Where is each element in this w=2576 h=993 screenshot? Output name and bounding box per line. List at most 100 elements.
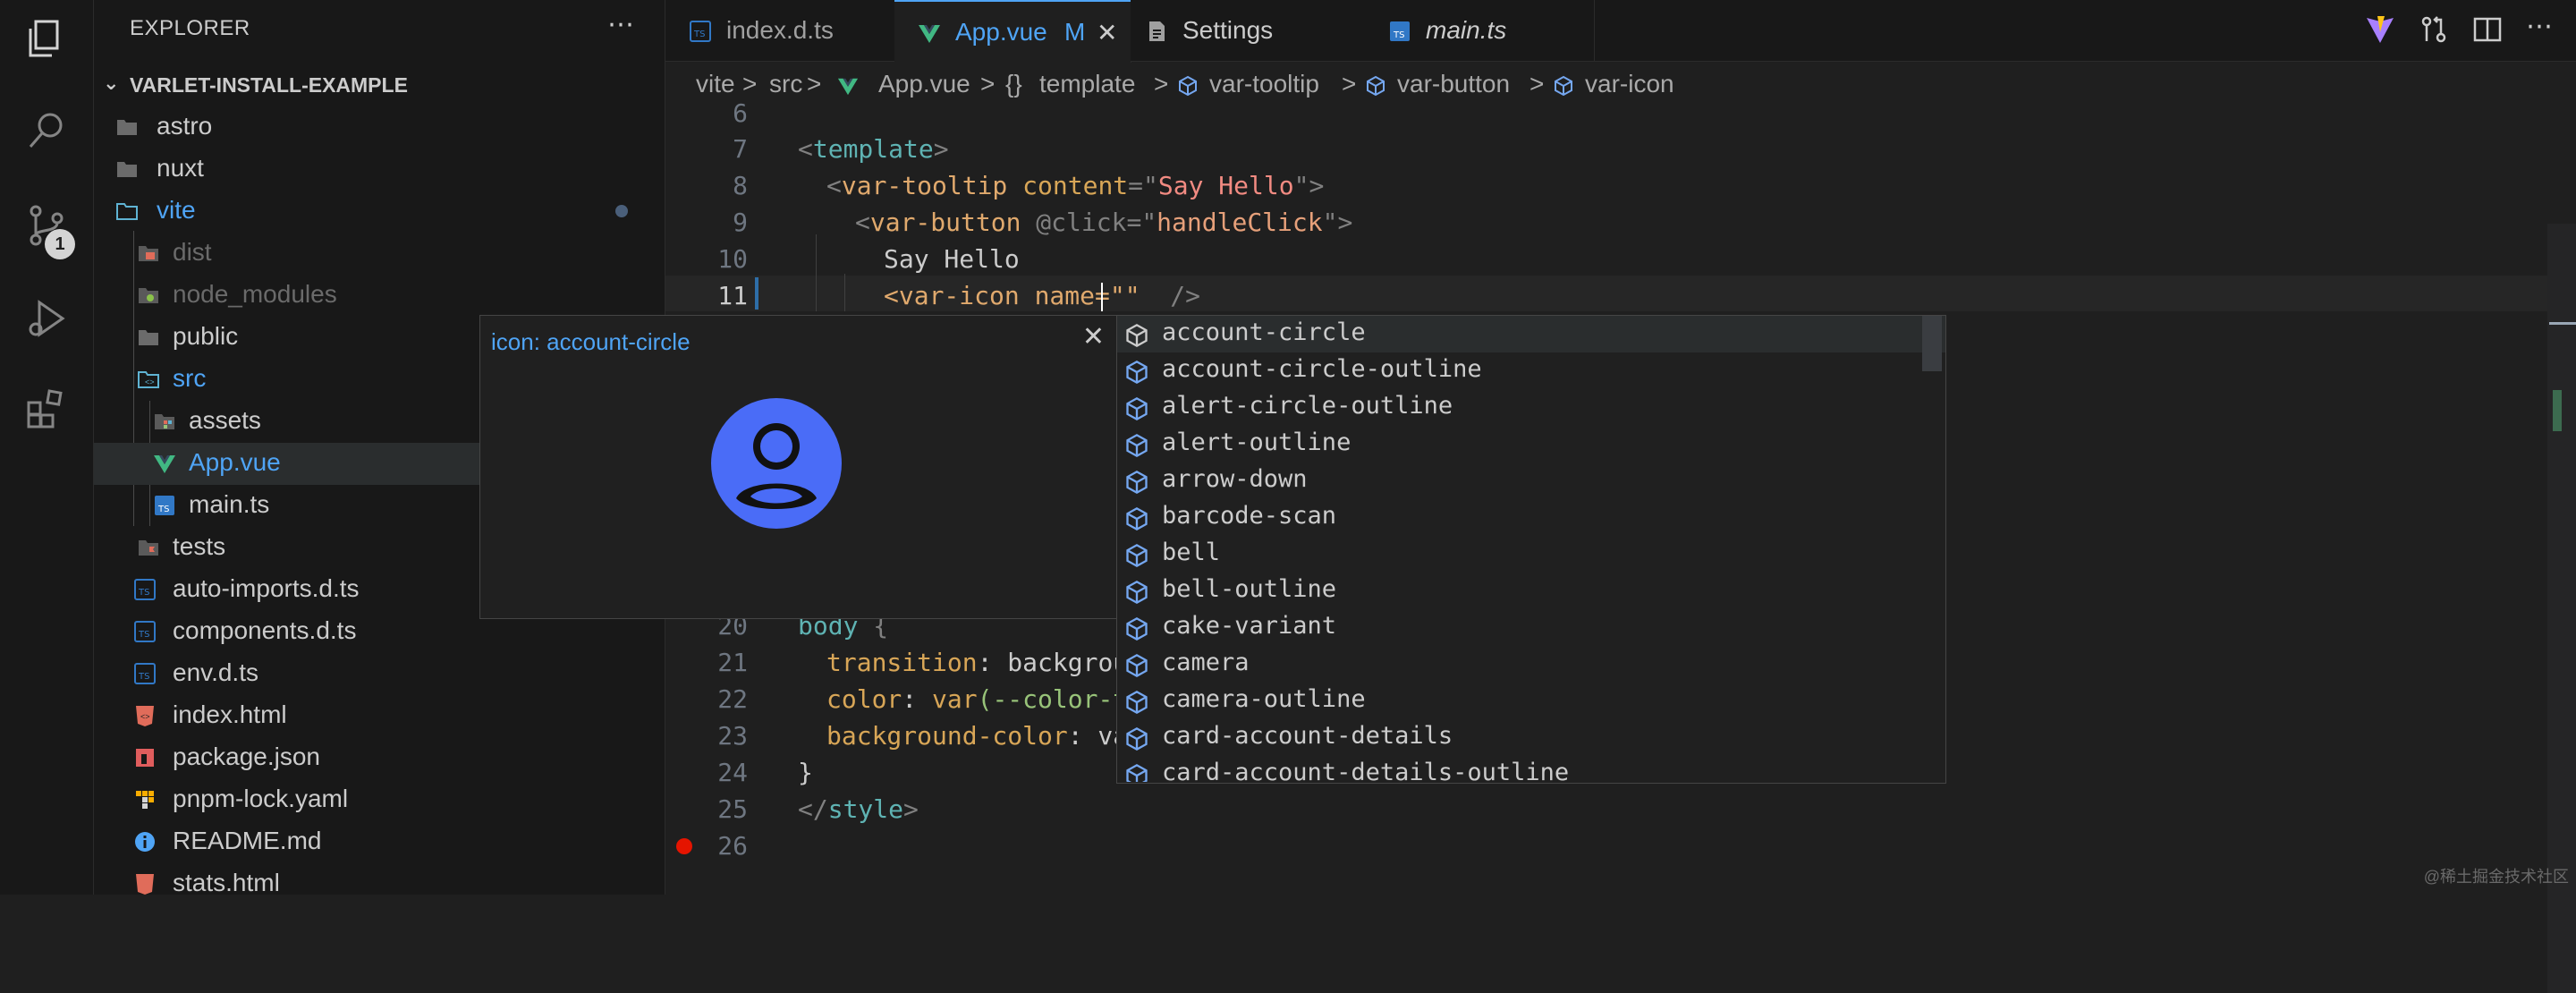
tab-app-vue[interactable]: App.vue M ✕ <box>894 0 1131 63</box>
breadcrumb-item[interactable]: var-button <box>1397 70 1510 98</box>
source-control-badge: 1 <box>45 229 75 259</box>
tree-item-pnpm-lock[interactable]: pnpm-lock.yaml <box>94 779 665 821</box>
vue-icon <box>154 455 175 473</box>
suggestion-label: alert-circle-outline <box>1162 392 1453 420</box>
tree-item-dist[interactable]: dist <box>94 233 665 275</box>
svg-text:TS: TS <box>138 672 149 682</box>
breadcrumb-separator: > <box>1342 70 1357 98</box>
explorer-icon[interactable] <box>23 16 70 63</box>
line-number: 23 <box>717 721 748 751</box>
element-cube-icon <box>1367 75 1385 97</box>
typescript-icon: TS <box>134 621 156 642</box>
line-number: 6 <box>733 98 748 128</box>
html-icon: <> <box>136 706 154 726</box>
modified-gutter-marker <box>755 277 758 310</box>
tab-settings[interactable]: Settings <box>1131 0 1366 61</box>
project-header[interactable]: ⌄ VARLET-INSTALL-EXAMPLE <box>94 68 665 104</box>
more-actions-icon[interactable]: ⋯ <box>2526 13 2556 45</box>
typescript-icon: TS <box>134 663 156 684</box>
close-icon[interactable]: ✕ <box>1097 18 1117 47</box>
breadcrumb-item[interactable]: var-tooltip <box>1209 70 1319 98</box>
suggestion-item[interactable]: cake-variant <box>1117 609 1945 646</box>
property-cube-icon <box>1126 323 1148 348</box>
suggestion-item[interactable]: camera-outline <box>1117 683 1945 719</box>
tree-item-label: src <box>173 364 207 392</box>
property-cube-icon <box>1126 360 1148 385</box>
line-number: 21 <box>717 648 748 677</box>
breadcrumb-item[interactable]: template <box>1039 70 1135 98</box>
tree-item-env[interactable]: TS env.d.ts <box>94 653 665 695</box>
tree-item-nuxt[interactable]: nuxt <box>94 149 665 191</box>
tree-item-astro[interactable]: astro <box>94 106 665 149</box>
tree-item-label: node_modules <box>173 280 337 308</box>
tab-main-ts[interactable]: TS main.ts <box>1365 0 1595 61</box>
property-cube-icon <box>1126 396 1148 421</box>
tab-label: main.ts <box>1426 16 1507 44</box>
close-icon[interactable]: ✕ <box>1082 321 1105 352</box>
code-line-22: color: var(--color-t <box>826 684 1129 714</box>
suggestion-item[interactable]: bell <box>1117 536 1945 573</box>
tree-item-label: App.vue <box>189 448 281 476</box>
vite-icon[interactable] <box>2365 14 2395 45</box>
suggestion-label: card-account-details <box>1162 722 1453 750</box>
tab-index-d-ts[interactable]: TS index.d.ts <box>665 0 895 61</box>
suggestion-item[interactable]: arrow-down <box>1117 463 1945 499</box>
suggestion-item[interactable]: barcode-scan <box>1117 499 1945 536</box>
breadcrumb-item[interactable]: vite <box>696 70 735 98</box>
property-cube-icon <box>1126 653 1148 678</box>
breadcrumb-separator: > <box>980 70 996 98</box>
tree-item-label: env.d.ts <box>173 658 258 686</box>
tree-item-label: dist <box>173 238 212 266</box>
line-number: 10 <box>717 244 748 274</box>
breadcrumb-item[interactable]: App.vue <box>878 70 970 98</box>
tree-item-readme[interactable]: README.md <box>94 821 665 863</box>
suggestion-item[interactable]: account-circle-outline <box>1117 352 1945 389</box>
suggestion-item[interactable]: bell-outline <box>1117 573 1945 609</box>
more-actions-icon[interactable]: ⋯ <box>607 9 634 40</box>
breadcrumb-item[interactable]: src <box>769 70 802 98</box>
settings-file-icon <box>1149 21 1165 41</box>
suggestion-item[interactable]: account-circle <box>1117 316 1945 352</box>
suggestion-label: arrow-down <box>1162 465 1308 493</box>
tree-item-label: vite <box>157 196 196 224</box>
tree-item-label: tests <box>173 532 226 560</box>
suggestion-label: bell-outline <box>1162 575 1337 603</box>
suggestion-widget[interactable]: account-circle account-circle-outline al… <box>1116 315 1946 784</box>
line-number: 24 <box>717 758 748 787</box>
suggestion-label: account-circle <box>1162 318 1366 346</box>
account-circle-icon <box>711 398 842 529</box>
tree-item-node-modules[interactable]: node_modules <box>94 275 665 317</box>
breadcrumb-separator: > <box>807 70 822 98</box>
property-cube-icon <box>1126 690 1148 715</box>
compare-changes-icon[interactable] <box>2419 14 2449 45</box>
line-number: 9 <box>733 208 748 237</box>
suggestion-item[interactable]: alert-outline <box>1117 426 1945 463</box>
tree-item-index-html[interactable]: <> index.html <box>94 695 665 737</box>
breadcrumb-item[interactable]: var-icon <box>1585 70 1674 98</box>
indent-guide <box>844 274 845 311</box>
extensions-icon[interactable] <box>23 385 70 431</box>
tree-item-package-json[interactable]: package.json <box>94 737 665 779</box>
suggestion-scrollbar[interactable] <box>1922 316 1942 371</box>
tab-modified-status: M <box>1064 18 1086 46</box>
folder-icon <box>117 162 137 177</box>
suggestion-item[interactable]: camera <box>1117 646 1945 683</box>
line-number: 25 <box>717 794 748 824</box>
tree-item-label: main.ts <box>189 490 270 518</box>
tree-item-vite[interactable]: vite <box>94 191 665 233</box>
breadcrumb-separator: > <box>1530 70 1545 98</box>
tree-item-label: pnpm-lock.yaml <box>173 785 349 812</box>
vue-icon <box>837 78 859 96</box>
tree-item-label: auto-imports.d.ts <box>173 574 360 602</box>
suggestion-item[interactable]: card-account-details-outline <box>1117 756 1945 782</box>
breakpoint-icon[interactable] <box>676 838 692 854</box>
suggestion-item[interactable]: alert-circle-outline <box>1117 389 1945 426</box>
folder-assets-icon <box>155 414 174 429</box>
suggestion-label: alert-outline <box>1162 429 1352 456</box>
run-debug-icon[interactable] <box>23 295 70 342</box>
suggestion-label: barcode-scan <box>1162 502 1337 530</box>
tree-item-stats-html[interactable]: stats.html <box>94 863 665 905</box>
split-editor-icon[interactable] <box>2472 14 2503 45</box>
suggestion-item[interactable]: card-account-details <box>1117 719 1945 756</box>
search-icon[interactable] <box>23 107 70 154</box>
